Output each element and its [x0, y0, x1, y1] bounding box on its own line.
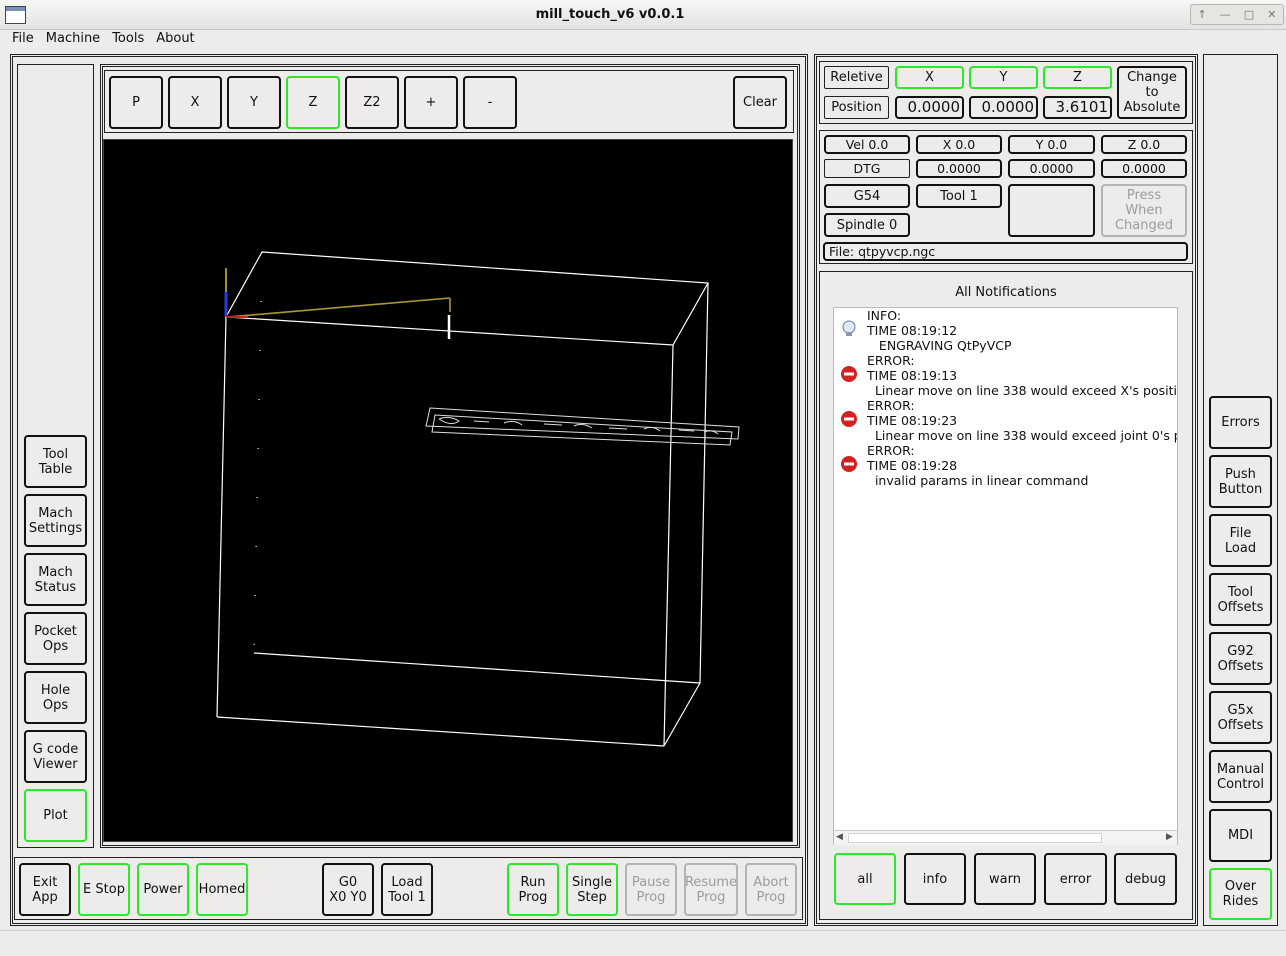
view-z-button[interactable]: Z	[286, 76, 340, 129]
filter-error-button[interactable]: error	[1044, 853, 1107, 905]
minimize-icon[interactable]: —	[1220, 8, 1231, 21]
scroll-left-icon[interactable]: ◀	[836, 832, 843, 842]
view-p-button[interactable]: P	[109, 76, 163, 129]
notification-line: ENGRAVING QtPyVCP	[867, 338, 1012, 353]
resume-prog-button[interactable]: Resume Prog	[684, 863, 738, 916]
file-name-display: File: qtpyvcp.ngc	[823, 242, 1188, 261]
notification-line: ERROR:	[867, 353, 915, 368]
tool-table-button[interactable]: Tool Table	[24, 435, 87, 488]
change-to-absolute-button[interactable]: Change to Absolute	[1117, 66, 1187, 119]
overrides-button[interactable]: Over Rides	[1209, 868, 1272, 920]
notification-line: ERROR:	[867, 443, 915, 458]
view-z2-button[interactable]: Z2	[345, 76, 399, 129]
x-status-display: X 0.0	[916, 135, 1002, 154]
dro-x-label[interactable]: X	[895, 66, 964, 89]
dtg-z-display: 0.0000	[1101, 159, 1187, 178]
tool-display: Tool 1	[916, 184, 1002, 208]
dro-z-value: 3.6101	[1043, 96, 1112, 119]
notification-line: TIME 08:19:13	[867, 368, 958, 383]
homed-button[interactable]: Homed	[196, 863, 248, 916]
window-title: mill_touch_v6 v0.0.1	[535, 7, 685, 22]
g92-offsets-button[interactable]: G92 Offsets	[1209, 632, 1272, 685]
tool-status-box	[1008, 184, 1095, 237]
gcode-viewer-button[interactable]: G code Viewer	[24, 730, 87, 783]
menu-about[interactable]: About	[150, 30, 200, 50]
g54-display: G54	[824, 184, 910, 208]
file-load-button[interactable]: File Load	[1209, 514, 1272, 567]
notification-line: TIME 08:19:28	[867, 458, 958, 473]
maximize-icon[interactable]: □	[1244, 8, 1254, 21]
view-y-button[interactable]: Y	[227, 76, 281, 129]
view-x-button[interactable]: X	[168, 76, 222, 129]
tool-offsets-button[interactable]: Tool Offsets	[1209, 573, 1272, 626]
press-when-changed-button[interactable]: Press When Changed	[1101, 184, 1187, 237]
up-arrow-icon[interactable]: ↑	[1198, 8, 1207, 21]
error-icon	[841, 411, 857, 427]
spindle-display: Spindle 0	[824, 213, 910, 237]
position-label: Position	[824, 96, 889, 119]
filter-info-button[interactable]: info	[904, 853, 966, 905]
pause-prog-button[interactable]: Pause Prog	[625, 863, 677, 916]
menu-tools[interactable]: Tools	[106, 30, 150, 50]
zoom-out-button[interactable]: -	[463, 76, 517, 129]
g0-home-button[interactable]: G0 X0 Y0	[322, 863, 374, 916]
manual-control-button[interactable]: Manual Control	[1209, 750, 1272, 803]
status-bar	[0, 930, 1286, 956]
menu-bar: File Machine Tools About	[0, 30, 1286, 50]
z-status-display: Z 0.0	[1101, 135, 1187, 154]
notification-line: ERROR:	[867, 398, 915, 413]
clear-plot-button[interactable]: Clear	[733, 76, 787, 129]
run-prog-button[interactable]: Run Prog	[507, 863, 559, 916]
menu-machine[interactable]: Machine	[40, 30, 106, 50]
scrollbar-thumb[interactable]	[848, 833, 1102, 843]
y-status-display: Y 0.0	[1008, 135, 1095, 154]
filter-debug-button[interactable]: debug	[1114, 853, 1177, 905]
relative-label: Reletive	[824, 66, 889, 89]
load-tool-button[interactable]: Load Tool 1	[381, 863, 433, 916]
notification-line: TIME 08:19:23	[867, 413, 958, 428]
scroll-right-icon[interactable]: ▶	[1166, 832, 1173, 842]
toolpath-3d-view	[216, 251, 740, 747]
exit-app-button[interactable]: Exit App	[19, 863, 71, 916]
error-icon	[841, 456, 857, 472]
lightbulb-icon	[842, 320, 856, 336]
estop-button[interactable]: E Stop	[78, 863, 130, 916]
abort-prog-button[interactable]: Abort Prog	[745, 863, 797, 916]
dro-y-value: 0.0000	[969, 96, 1038, 119]
window-controls: ↑ — □ ✕	[1190, 4, 1284, 25]
filter-warn-button[interactable]: warn	[974, 853, 1036, 905]
notification-line: invalid params in linear command	[867, 473, 1089, 488]
close-icon[interactable]: ✕	[1267, 8, 1276, 21]
error-icon	[841, 366, 857, 382]
dro-y-label[interactable]: Y	[969, 66, 1038, 89]
g5x-offsets-button[interactable]: G5x Offsets	[1209, 691, 1272, 744]
menu-file[interactable]: File	[0, 30, 40, 50]
mdi-button[interactable]: MDI	[1209, 809, 1272, 862]
single-step-button[interactable]: Single Step	[566, 863, 618, 916]
filter-all-button[interactable]: all	[834, 853, 896, 905]
power-button[interactable]: Power	[137, 863, 189, 916]
mach-status-button[interactable]: Mach Status	[24, 553, 87, 606]
dro-z-label[interactable]: Z	[1043, 66, 1112, 89]
notification-line: INFO:	[867, 308, 902, 323]
notification-line: TIME 08:19:12	[867, 323, 958, 338]
dtg-x-display: 0.0000	[916, 159, 1002, 178]
errors-button[interactable]: Errors	[1209, 396, 1272, 449]
hole-ops-button[interactable]: Hole Ops	[24, 671, 87, 724]
mach-settings-button[interactable]: Mach Settings	[24, 494, 87, 547]
push-button-button[interactable]: Push Button	[1209, 455, 1272, 508]
notifications-list[interactable]: INFO: TIME 08:19:12 ENGRAVING QtPyVCP ER…	[833, 307, 1178, 845]
horizontal-scrollbar[interactable]: ◀ ▶	[834, 830, 1177, 845]
pocket-ops-button[interactable]: Pocket Ops	[24, 612, 87, 665]
notifications-title: All Notifications	[955, 285, 1057, 300]
dro-x-value: 0.0000	[895, 96, 964, 119]
notification-line: Linear move on line 338 would exceed joi…	[867, 428, 1177, 443]
dtg-label: DTG	[824, 159, 910, 178]
plot-button[interactable]: Plot	[24, 789, 87, 842]
dtg-y-display: 0.0000	[1008, 159, 1095, 178]
toolpath-plot[interactable]	[103, 139, 793, 842]
zoom-in-button[interactable]: +	[404, 76, 458, 129]
notification-line: Linear move on line 338 would exceed X's…	[867, 383, 1177, 398]
velocity-display: Vel 0.0	[824, 135, 910, 154]
